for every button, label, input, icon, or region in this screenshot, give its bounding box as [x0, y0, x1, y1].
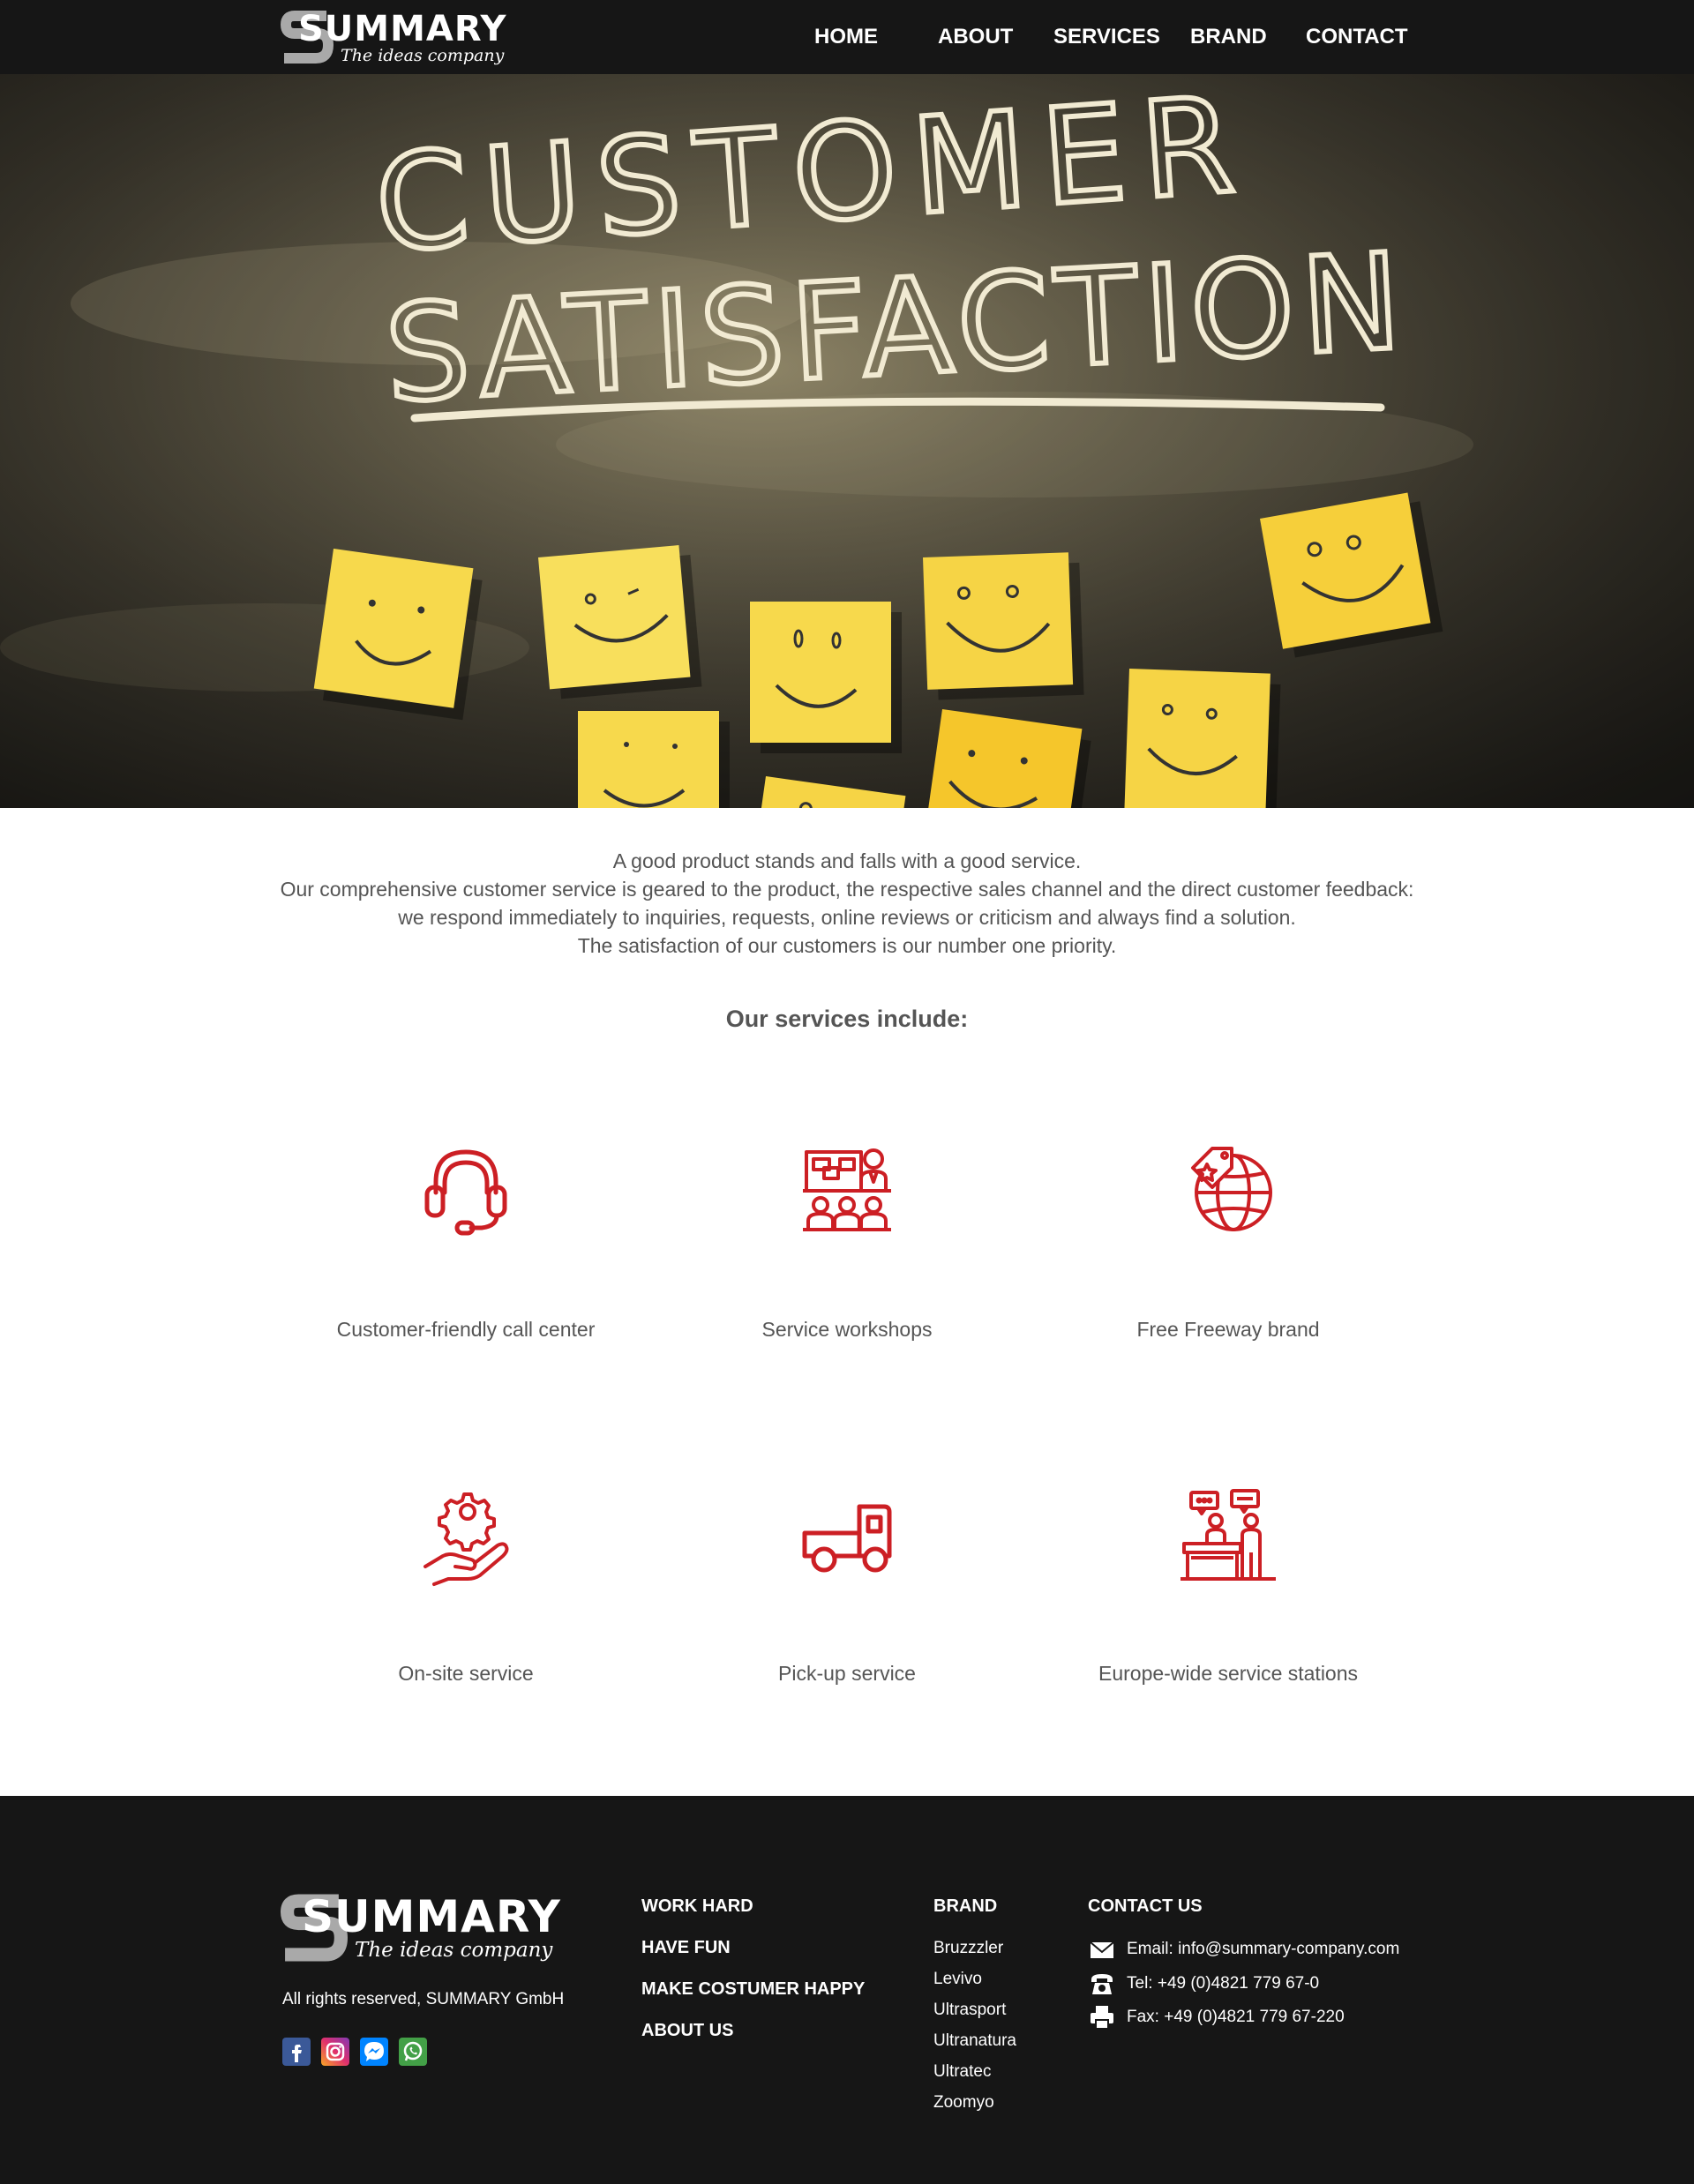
nav-services[interactable]: SERVICES: [1053, 25, 1160, 49]
footer-brand-link[interactable]: Ultranatura: [933, 2031, 1016, 2051]
footer-fax[interactable]: Fax: +49 (0)4821 779 67-220: [1127, 2008, 1345, 2027]
nav-about[interactable]: ABOUT: [938, 25, 1013, 49]
gear-hand-icon: [424, 1492, 509, 1586]
service-item-call-center: Customer-friendly call center: [275, 1138, 656, 1367]
facebook-icon[interactable]: [282, 2038, 311, 2066]
services-heading: Our services include:: [725, 1006, 969, 1032]
footer-logo[interactable]: SUMMARY The ideas company: [281, 1889, 560, 1969]
footer-link-have-fun[interactable]: HAVE FUN: [641, 1938, 731, 1958]
footer-link-make-customer-happy[interactable]: MAKE COSTUMER HAPPY: [641, 1979, 865, 2000]
top-navbar: SUMMARY The ideas company HOME ABOUT SER…: [0, 0, 1694, 74]
footer-tel[interactable]: Tel: +49 (0)4821 779 67-0: [1127, 1974, 1319, 1993]
headset-icon: [424, 1149, 507, 1236]
service-item-free-freeway-brand: Free Freeway brand: [1038, 1138, 1419, 1367]
service-item-europe-wide-stations: Europe-wide service stations: [1038, 1482, 1419, 1711]
service-label: Pick-up service: [778, 1662, 916, 1685]
intro-text: A good product stands and falls with a g…: [265, 847, 1429, 960]
footer-brand-link[interactable]: Ultratec: [933, 2062, 991, 2082]
footer-link-about-us[interactable]: ABOUT US: [641, 2021, 733, 2041]
intro-line-1: A good product stands and falls with a g…: [612, 849, 1082, 872]
footer-email[interactable]: Email: info@summary-company.com: [1127, 1940, 1399, 1959]
site-footer: SUMMARY The ideas company WORK HARD HAVE…: [0, 1796, 1694, 2184]
footer-brand-heading: BRAND: [933, 1896, 998, 1916]
service-item-workshops: Service workshops: [656, 1138, 1038, 1367]
footer-brand-link[interactable]: Levivo: [933, 1970, 982, 1989]
footer-link-work-hard[interactable]: WORK HARD: [641, 1896, 753, 1917]
service-label: On-site service: [398, 1662, 534, 1685]
service-item-on-site: On-site service: [275, 1482, 656, 1711]
service-item-pick-up: Pick-up service: [656, 1482, 1038, 1711]
whatsapp-icon[interactable]: [399, 2038, 427, 2066]
telephone-icon: [1091, 1974, 1113, 1994]
nav-brand[interactable]: BRAND: [1190, 25, 1267, 49]
instagram-icon[interactable]: [321, 2038, 349, 2066]
service-label: Free Freeway brand: [1136, 1318, 1320, 1341]
footer-brand-link[interactable]: Zoomyo: [933, 2093, 994, 2113]
main-nav: HOME ABOUT SERVICES BRAND CONTACT: [0, 0, 1694, 74]
nav-contact[interactable]: CONTACT: [1306, 25, 1408, 49]
nav-home[interactable]: HOME: [814, 25, 878, 49]
footer-contact-heading: CONTACT US: [1088, 1896, 1203, 1916]
footer-brand-link[interactable]: Ultrasport: [933, 2001, 1006, 2020]
service-desk-icon: [1181, 1489, 1276, 1581]
intro-line-3: The satisfaction of our customers is our…: [577, 934, 1117, 957]
footer-brand-link[interactable]: Bruzzzler: [933, 1939, 1003, 1958]
copyright-text: All rights reserved, SUMMARY GmbH: [282, 1990, 565, 2008]
service-label: Europe-wide service stations: [1098, 1662, 1359, 1685]
footer-link-label: WORK HARD: [641, 1896, 753, 1916]
footer-logo-wordmark: SUMMARY: [302, 1891, 561, 1942]
hero-banner: CUSTOMER SATISFACTION: [0, 74, 1694, 808]
workshop-icon: [803, 1148, 891, 1231]
envelope-icon: [1090, 1941, 1114, 1958]
truck-icon: [802, 1504, 892, 1573]
intro-line-2: Our comprehensive customer service is ge…: [280, 878, 1414, 929]
service-label: Service workshops: [761, 1318, 933, 1341]
globe-tag-icon: [1191, 1147, 1272, 1231]
fax-icon: [1091, 2006, 1113, 2030]
messenger-icon[interactable]: [360, 2038, 388, 2066]
hero-chalkboard-illustration: CUSTOMER SATISFACTION: [0, 74, 1694, 808]
footer-logo-tagline: The ideas company: [355, 1939, 553, 1962]
service-label: Customer-friendly call center: [336, 1318, 596, 1341]
